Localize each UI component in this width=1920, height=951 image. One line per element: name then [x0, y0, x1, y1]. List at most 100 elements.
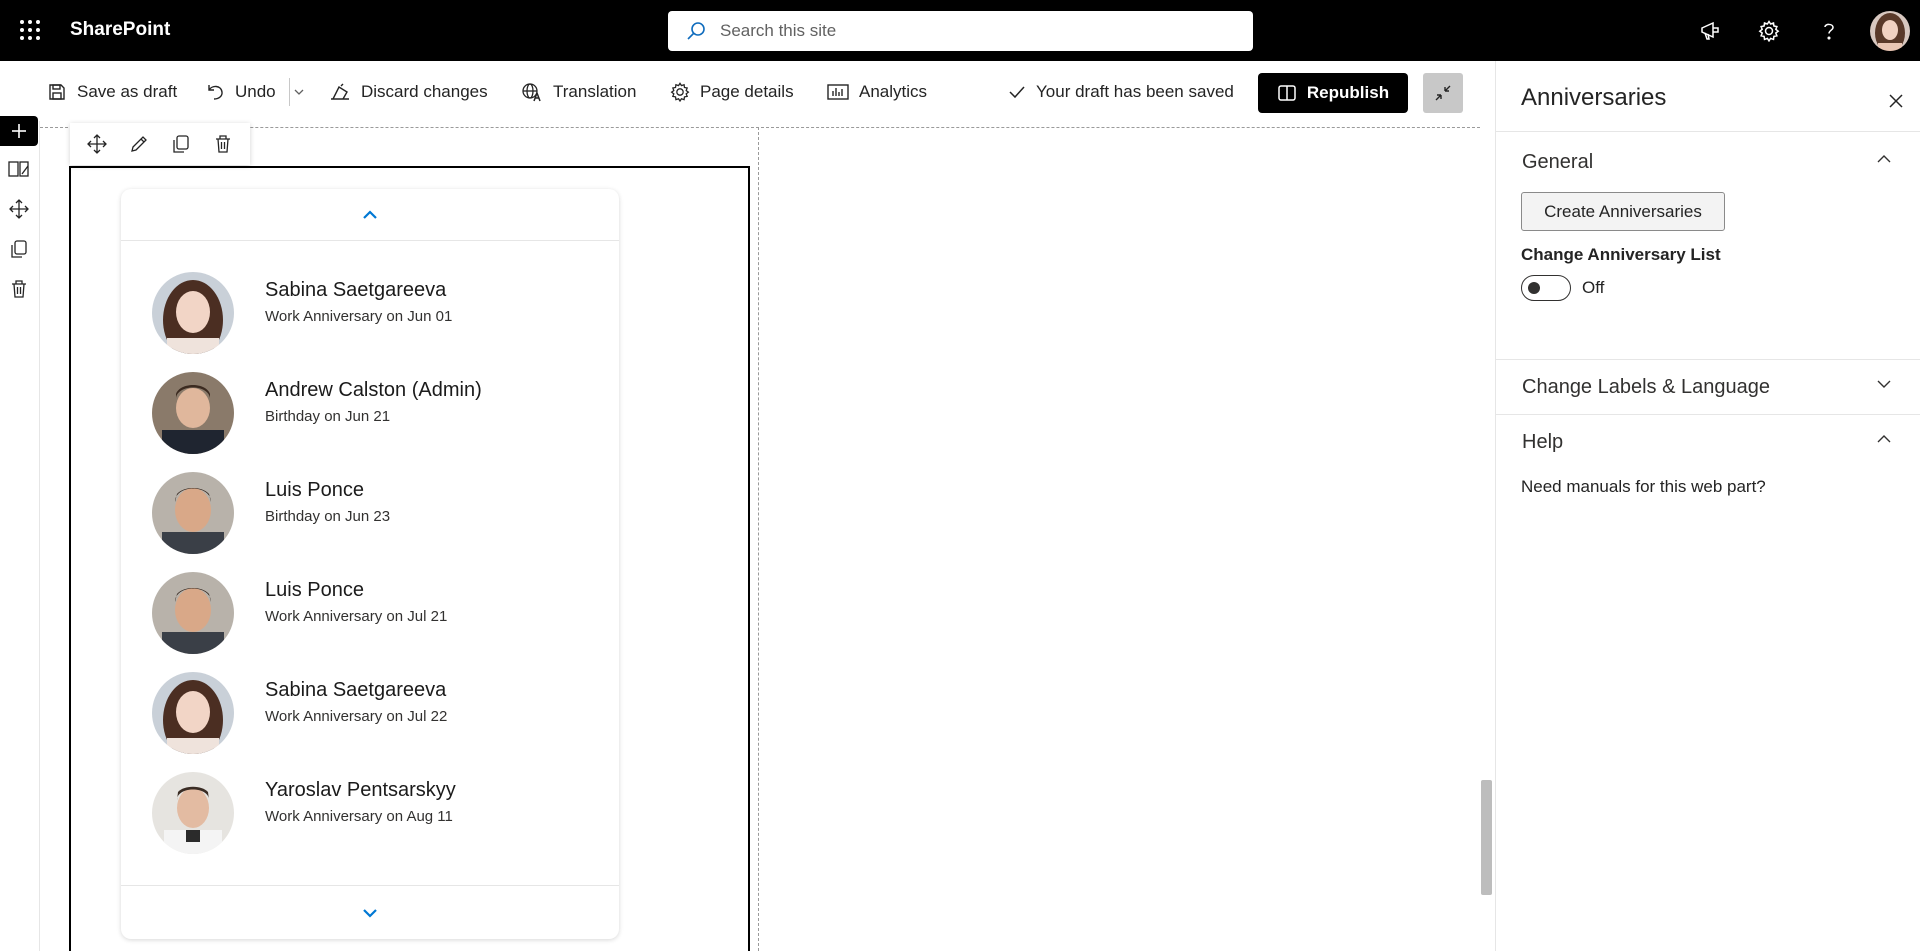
- group-help-header[interactable]: Help: [1496, 423, 1920, 463]
- republish-button[interactable]: Republish: [1258, 73, 1408, 113]
- anniversaries-card: Sabina Saetgareeva Work Anniversary on J…: [121, 189, 619, 939]
- person-item[interactable]: Andrew Calston (Admin) Birthday on Jun 2…: [152, 372, 592, 454]
- book-icon: [1278, 85, 1296, 101]
- person-name: Sabina Saetgareeva: [265, 279, 447, 301]
- gear-icon: [670, 82, 690, 102]
- person-name: Yaroslav Pentsarskyy: [265, 779, 456, 801]
- person-event: Birthday on Jun 21: [265, 408, 391, 425]
- property-pane: Anniversaries General Create Anniversari…: [1495, 61, 1920, 951]
- undo-separator: [289, 78, 290, 106]
- person-photo: [152, 672, 234, 754]
- collapse-icon: [1435, 85, 1451, 101]
- page-details-button[interactable]: Page details: [670, 78, 794, 106]
- person-name: Luis Ponce: [265, 579, 364, 601]
- change-list-label: Change Anniversary List: [1521, 245, 1721, 264]
- pane-divider: [1496, 414, 1920, 415]
- megaphone-icon[interactable]: [1694, 15, 1726, 47]
- person-photo: [152, 372, 234, 454]
- group-labels-header[interactable]: Change Labels & Language: [1496, 368, 1920, 408]
- discard-icon: [331, 83, 349, 100]
- chevron-up-icon: [1877, 435, 1891, 443]
- undo-label: Undo: [235, 82, 276, 101]
- move-section-icon[interactable]: [7, 197, 31, 221]
- checkmark-icon: [1009, 86, 1025, 99]
- chevron-up-icon: [363, 209, 377, 219]
- app-launcher-icon[interactable]: [14, 14, 46, 46]
- translation-icon: [522, 83, 541, 102]
- person-item[interactable]: Sabina Saetgareeva Work Anniversary on J…: [152, 672, 592, 754]
- person-event: Work Anniversary on Jul 22: [265, 708, 448, 725]
- person-item[interactable]: Yaroslav Pentsarskyy Work Anniversary on…: [152, 772, 592, 854]
- toggle-knob: [1528, 282, 1540, 294]
- move-icon[interactable]: [81, 128, 113, 160]
- column-divider: [758, 127, 759, 951]
- command-bar: Save as draft Undo Discard changes Trans…: [0, 61, 1490, 121]
- group-general-title: General: [1522, 151, 1594, 173]
- pane-divider: [1496, 131, 1920, 132]
- analytics-label: Analytics: [859, 82, 928, 101]
- person-photo: [152, 472, 234, 554]
- person-photo: [152, 272, 234, 354]
- person-event: Birthday on Jun 23: [265, 508, 391, 525]
- translation-button[interactable]: Translation: [521, 78, 636, 106]
- search-box[interactable]: Search this site: [668, 11, 1253, 51]
- person-item[interactable]: Sabina Saetgareeva Work Anniversary on J…: [152, 272, 592, 354]
- delete-icon[interactable]: [207, 128, 239, 160]
- section-boundary: [40, 127, 1490, 128]
- pane-divider: [1496, 359, 1920, 360]
- chevron-up-icon: [1877, 155, 1891, 163]
- person-name: Andrew Calston (Admin): [265, 379, 482, 401]
- help-text: Need manuals for this web part?: [1521, 477, 1766, 496]
- close-icon[interactable]: [1880, 85, 1912, 117]
- edit-pencil-icon[interactable]: [123, 128, 155, 160]
- save-draft-label: Save as draft: [77, 82, 178, 101]
- delete-section-icon[interactable]: [7, 277, 31, 301]
- save-status: Your draft has been saved: [1008, 78, 1234, 106]
- search-icon: [686, 21, 706, 41]
- person-name: Sabina Saetgareeva: [265, 679, 447, 701]
- undo-button[interactable]: Undo: [205, 78, 276, 106]
- person-photo: [152, 572, 234, 654]
- duplicate-section-icon[interactable]: [7, 237, 31, 261]
- group-labels-title: Change Labels & Language: [1522, 376, 1770, 398]
- person-name: Luis Ponce: [265, 479, 364, 501]
- suite-bar: SharePoint Search this site: [0, 0, 1920, 61]
- group-general-header[interactable]: General: [1496, 143, 1920, 183]
- person-event: Work Anniversary on Jun 01: [265, 308, 453, 325]
- discard-changes-label: Discard changes: [361, 82, 488, 101]
- toggle-state: Off: [1582, 278, 1605, 297]
- person-item[interactable]: Luis Ponce Work Anniversary on Jul 21: [152, 572, 592, 654]
- save-draft-button[interactable]: Save as draft: [47, 78, 177, 106]
- collapse-pane-button[interactable]: [1423, 73, 1463, 113]
- plus-icon: [12, 124, 26, 138]
- change-list-toggle[interactable]: [1521, 275, 1571, 301]
- gear-icon[interactable]: [1753, 15, 1785, 47]
- scroll-up-button[interactable]: [121, 189, 619, 241]
- republish-label: Republish: [1306, 83, 1390, 102]
- add-section-button[interactable]: [0, 116, 38, 146]
- discard-changes-button[interactable]: Discard changes: [329, 78, 488, 106]
- help-icon[interactable]: [1813, 15, 1845, 47]
- person-event: Work Anniversary on Jul 21: [265, 608, 448, 625]
- user-avatar[interactable]: [1870, 11, 1910, 51]
- chevron-down-icon: [363, 908, 377, 918]
- scroll-down-button[interactable]: [121, 885, 619, 939]
- duplicate-icon[interactable]: [165, 128, 197, 160]
- analytics-button[interactable]: Analytics: [827, 78, 927, 106]
- person-item[interactable]: Luis Ponce Birthday on Jun 23: [152, 472, 592, 554]
- scrollbar-thumb[interactable]: [1481, 780, 1492, 895]
- save-icon: [49, 84, 65, 100]
- edit-section-icon[interactable]: [7, 157, 31, 181]
- save-status-text: Your draft has been saved: [1036, 82, 1234, 101]
- group-help-title: Help: [1522, 431, 1564, 453]
- create-anniversaries-button[interactable]: Create Anniversaries: [1521, 192, 1725, 231]
- page-details-label: Page details: [700, 82, 794, 101]
- search-placeholder: Search this site: [720, 21, 837, 40]
- webpart-toolbar: [70, 123, 250, 165]
- undo-dropdown-button[interactable]: [293, 78, 315, 106]
- undo-icon: [208, 85, 223, 100]
- app-name[interactable]: SharePoint: [70, 19, 170, 41]
- chevron-down-icon: [294, 89, 304, 95]
- person-event: Work Anniversary on Aug 11: [265, 808, 453, 825]
- chevron-down-icon: [1877, 380, 1891, 388]
